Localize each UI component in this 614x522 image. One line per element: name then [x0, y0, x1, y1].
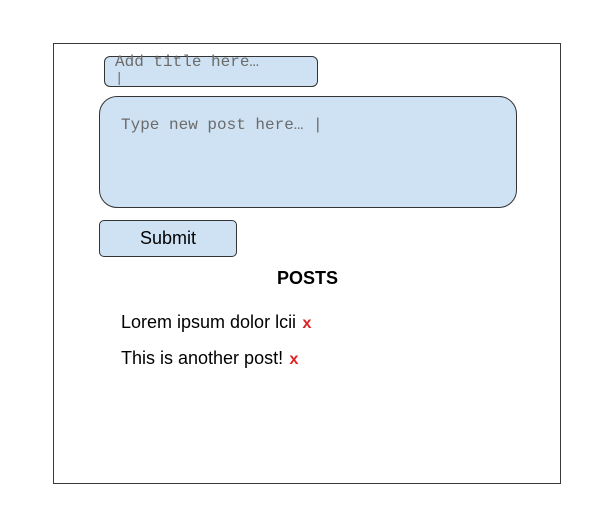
post-text: This is another post! — [121, 348, 284, 368]
posts-heading: POSTS — [276, 268, 338, 288]
list-item: Lorem ipsum dolor lcii x — [121, 312, 312, 348]
delete-post-button[interactable]: x — [302, 315, 312, 333]
text-cursor: | — [115, 71, 124, 87]
post-list: Lorem ipsum dolor lcii x This is another … — [121, 312, 312, 384]
post-placeholder: Type new post here… | — [121, 116, 323, 134]
delete-post-button[interactable]: x — [289, 351, 299, 369]
post-text: Lorem ipsum dolor lcii — [121, 312, 297, 332]
list-item: This is another post! x — [121, 348, 312, 384]
submit-button[interactable]: Submit — [99, 220, 237, 257]
post-textarea[interactable]: Type new post here… | — [99, 96, 517, 208]
title-placeholder: Add title here… — [115, 53, 260, 71]
title-input[interactable]: Add title here… | — [104, 53, 318, 87]
